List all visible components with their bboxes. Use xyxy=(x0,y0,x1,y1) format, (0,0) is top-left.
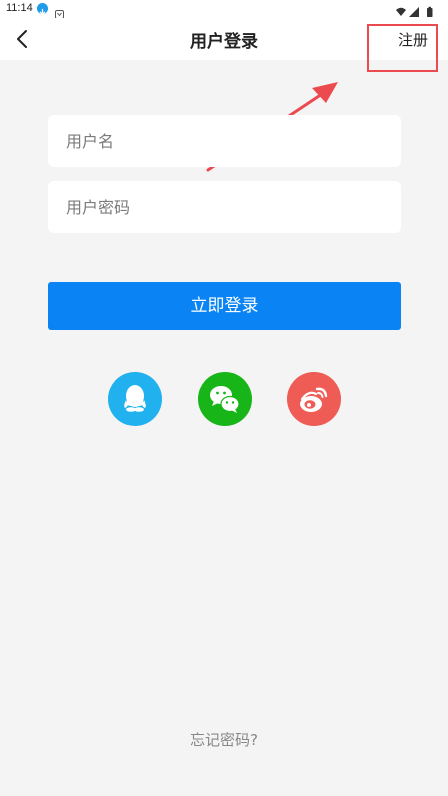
battery-icon xyxy=(427,6,433,17)
username-input[interactable] xyxy=(48,115,401,167)
weibo-login-button[interactable] xyxy=(287,372,341,426)
password-input[interactable] xyxy=(48,181,401,233)
forgot-password-link[interactable]: 忘记密码? xyxy=(0,729,448,750)
status-time: 11:14 xyxy=(6,2,33,14)
weibo-icon xyxy=(300,387,328,412)
highlight-box xyxy=(367,24,438,72)
download-icon xyxy=(37,3,48,16)
login-button[interactable]: 立即登录 xyxy=(48,282,401,330)
wifi-icon xyxy=(396,7,406,16)
qq-login-button[interactable] xyxy=(108,372,162,426)
status-bar: 11:14 xyxy=(0,0,448,19)
login-screen: 11:14 用户登录 注册 用户名 立即登录 忘记密码? xyxy=(0,0,448,796)
shield-icon xyxy=(55,4,64,19)
status-indicators xyxy=(394,3,440,17)
wechat-login-button[interactable] xyxy=(198,372,252,426)
wechat-icon xyxy=(210,386,240,413)
qq-icon xyxy=(124,385,146,412)
signal-icon xyxy=(409,7,419,17)
